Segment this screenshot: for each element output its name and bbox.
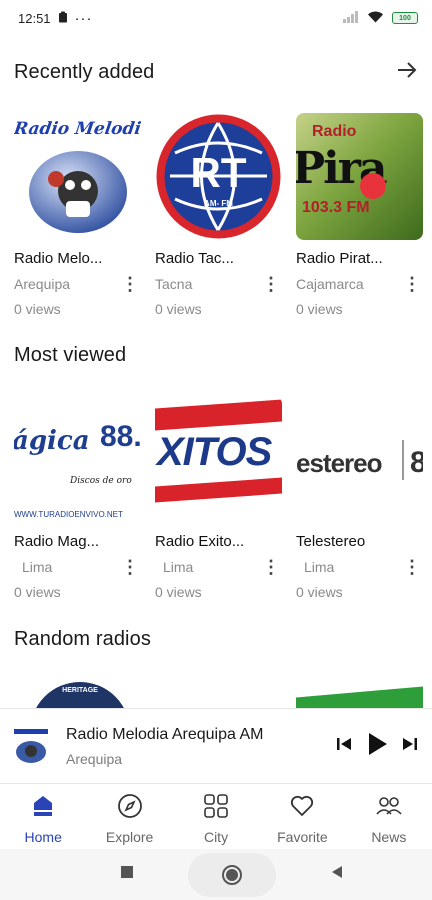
logo-text-telestereo: estereo [296, 448, 382, 478]
card-title: Telestereo [296, 533, 366, 550]
card-views: 0 views [296, 584, 343, 600]
recents-square-icon[interactable] [120, 865, 134, 884]
nav-explore[interactable]: Explore [86, 785, 172, 849]
card-views: 0 views [155, 584, 202, 600]
station-logo-tacna[interactable]: RT AM- FM [155, 113, 282, 240]
status-time: 12:51 [18, 10, 51, 26]
logo-freq-pirata: 103.3 FM [302, 199, 370, 216]
random-badge-text: HERITAGE [62, 687, 98, 694]
logo-freq-magica: 88.3 [100, 420, 141, 453]
arrow-right-icon[interactable] [396, 60, 418, 84]
logo-num-telestereo: 8 [410, 446, 423, 479]
more-vert-icon[interactable]: ⋮ [262, 558, 280, 576]
compass-icon [117, 793, 143, 824]
system-navigation-bar [0, 849, 432, 900]
random-radio-logo-right[interactable] [296, 686, 423, 708]
wifi-icon [367, 10, 384, 26]
more-vert-icon[interactable]: ⋮ [403, 558, 421, 576]
card-city: Lima [304, 559, 335, 575]
radio-card[interactable]: XITOS Radio Exito... Lima ⋮ 0 views [155, 396, 282, 600]
player-subtitle: Arequipa [66, 750, 123, 767]
card-views: 0 views [155, 301, 202, 317]
section-title-recently-added: Recently added [14, 60, 155, 83]
status-dots: ··· [74, 9, 93, 27]
nav-label-city: City [203, 829, 229, 845]
station-logo-pirata[interactable]: Radio Pira 103.3 FM [296, 113, 423, 240]
logo-text-exitosa: XITOS [157, 430, 272, 474]
radio-card[interactable]: estereo 8 Telestereo Lima ⋮ 0 views [296, 396, 423, 600]
recently-added-header: Recently added [14, 60, 418, 84]
card-title: Radio Tac... [155, 250, 234, 267]
nav-home[interactable]: Home [0, 785, 86, 849]
station-logo-melodia[interactable]: Radio Melodia [14, 113, 141, 240]
card-views: 0 views [296, 301, 343, 317]
back-triangle-icon[interactable] [330, 865, 344, 884]
skip-next-icon[interactable] [402, 736, 418, 757]
section-title-most-viewed: Most viewed [14, 344, 127, 366]
play-icon[interactable] [366, 732, 388, 761]
home-icon [30, 793, 56, 824]
card-title: Radio Exito... [155, 533, 245, 550]
station-logo-magica[interactable]: ágica 88.3 Discos de oro WWW.TURADIOENVI… [14, 396, 141, 523]
card-city: Lima [163, 559, 194, 575]
skip-previous-icon[interactable] [336, 736, 352, 757]
card-city: Lima [22, 559, 53, 575]
random-radio-logo-left[interactable]: HERITAGE [30, 682, 130, 708]
more-vert-icon[interactable]: ⋮ [121, 558, 139, 576]
clipboard-icon [58, 11, 68, 26]
logo-band-red-top [155, 399, 282, 431]
logo-text-tacna: RT [190, 149, 247, 196]
logo-divider [402, 440, 404, 480]
most-viewed-header: Most viewed [14, 344, 418, 367]
nav-news[interactable]: News [346, 785, 432, 849]
more-vert-icon[interactable]: ⋮ [403, 275, 421, 293]
battery-level: 100 [399, 14, 411, 22]
grid-icon [203, 793, 229, 824]
people-icon [375, 793, 403, 824]
card-title: Radio Melo... [14, 250, 103, 267]
signal-icon [343, 10, 359, 26]
radio-card[interactable]: ágica 88.3 Discos de oro WWW.TURADIOENVI… [14, 396, 141, 600]
nav-city[interactable]: City [173, 785, 259, 849]
radio-card[interactable]: Radio Melodia Radio Melo... Arequipa ⋮ 0… [14, 113, 141, 317]
system-home-button[interactable] [188, 852, 276, 897]
more-vert-icon[interactable]: ⋮ [262, 275, 280, 293]
status-bar: 12:51 ··· 100 [0, 0, 432, 36]
station-logo-exitosa[interactable]: XITOS [155, 396, 282, 523]
battery-icon: 100 [392, 12, 418, 24]
logo-text-magica: ágica [14, 426, 90, 456]
bottom-navigation: Home Explore City Favorite News [0, 785, 432, 849]
card-title: Radio Pirat... [296, 250, 383, 267]
wifi-badge-icon [360, 173, 386, 199]
card-title: Radio Mag... [14, 533, 100, 550]
mini-player[interactable]: Radio Melodia Arequipa AM Arequipa [0, 708, 432, 784]
logo-top-pirata: Radio [312, 123, 357, 140]
station-logo-telestereo[interactable]: estereo 8 [296, 396, 423, 523]
heart-icon [289, 793, 315, 824]
section-title-random-radios: Random radios [14, 628, 151, 650]
logo-band-red-bottom [155, 477, 282, 503]
nav-label-news: News [371, 829, 407, 845]
radio-card[interactable]: RT AM- FM Radio Tac... Tacna ⋮ 0 views [155, 113, 282, 317]
card-views: 0 views [14, 301, 61, 317]
radio-card[interactable]: Radio Pira 103.3 FM Radio Pirat... Cajam… [296, 113, 423, 317]
logo-sub-tacna: AM- FM [204, 199, 233, 208]
nav-label-favorite: Favorite [277, 829, 328, 845]
card-city: Cajamarca [296, 276, 364, 292]
player-title: Radio Melodia Arequipa AM [66, 725, 264, 743]
random-radios-header: Random radios [14, 628, 418, 651]
logo-url-magica: WWW.TURADIOENVIVO.NET [14, 510, 123, 519]
most-viewed-row: ágica 88.3 Discos de oro WWW.TURADIOENVI… [14, 396, 423, 600]
card-views: 0 views [14, 584, 61, 600]
recently-added-row: Radio Melodia Radio Melo... Arequipa ⋮ 0… [14, 113, 423, 317]
logo-tag-magica: Discos de oro [70, 476, 132, 486]
nav-label-explore: Explore [105, 829, 154, 845]
more-vert-icon[interactable]: ⋮ [121, 275, 139, 293]
card-city: Arequipa [14, 276, 71, 292]
card-city: Tacna [155, 276, 193, 292]
nav-label-home: Home [24, 829, 62, 845]
player-thumbnail [12, 727, 50, 765]
logo-text-melodia: Radio Melodia [14, 119, 141, 139]
nav-favorite[interactable]: Favorite [259, 785, 345, 849]
